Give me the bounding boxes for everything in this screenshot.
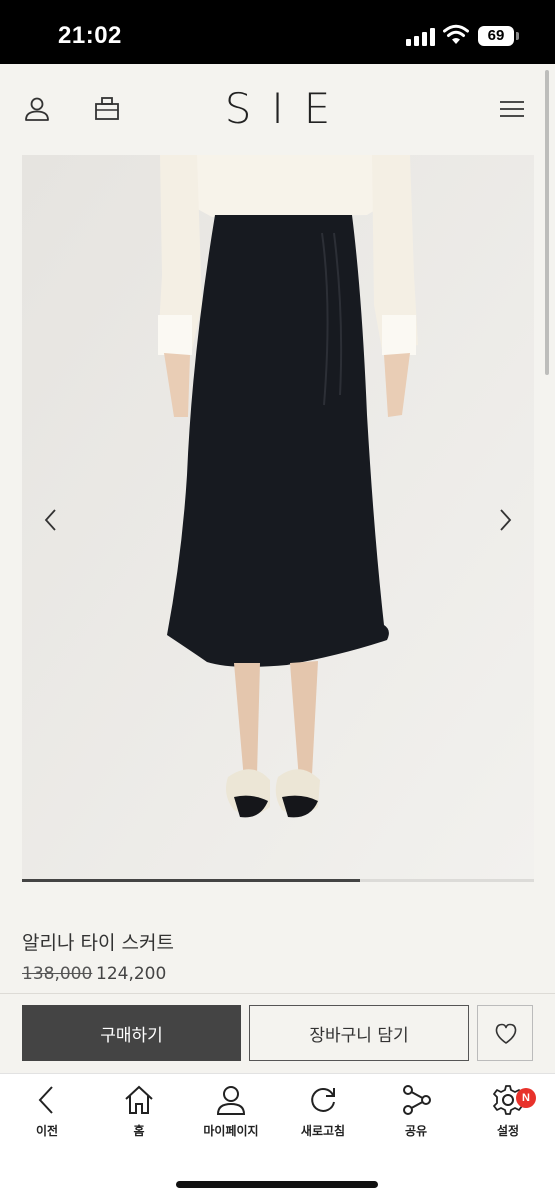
product-image[interactable] xyxy=(22,155,534,880)
nav-back[interactable]: 이전 xyxy=(7,1084,87,1139)
nav-settings[interactable]: N 설정 xyxy=(468,1084,548,1139)
refresh-icon xyxy=(311,1088,335,1112)
nav-settings-label: 설정 xyxy=(496,1124,520,1138)
heart-icon xyxy=(495,1023,517,1044)
status-bar: 21:02 69 xyxy=(0,0,555,64)
battery-indicator: 69 xyxy=(478,26,514,46)
status-time: 21:02 xyxy=(58,22,122,49)
nav-share[interactable]: 공유 xyxy=(376,1084,456,1139)
wishlist-button[interactable] xyxy=(477,1005,533,1061)
add-to-cart-button[interactable]: 장바구니 담기 xyxy=(249,1005,469,1061)
home-indicator xyxy=(176,1181,378,1188)
cellular-signal-icon xyxy=(406,28,436,46)
hamburger-menu-icon[interactable] xyxy=(498,95,526,123)
nav-back-label: 이전 xyxy=(35,1124,59,1138)
nav-mypage[interactable]: 마이페이지 xyxy=(191,1084,271,1139)
home-icon xyxy=(125,1085,153,1114)
bottom-navigation: 이전 홈 마이페이지 새로고침 공유 N 설정 xyxy=(0,1073,555,1200)
share-icon xyxy=(403,1085,431,1115)
battery-cap xyxy=(516,32,519,40)
sale-price: 124,200 xyxy=(96,964,167,984)
nav-refresh-label: 새로고침 xyxy=(300,1124,346,1138)
buy-now-button[interactable]: 구매하기 xyxy=(22,1005,241,1061)
purchase-action-bar: 구매하기 장바구니 담기 xyxy=(0,993,555,1073)
chevron-right-icon[interactable] xyxy=(490,505,520,535)
app-screen: 21:02 69 SIE 알리나 타이 스커트 138,000 124,200 … xyxy=(0,0,555,1200)
scrollbar[interactable] xyxy=(545,70,549,375)
wifi-icon xyxy=(443,24,469,44)
notification-badge: N xyxy=(516,1088,536,1108)
back-arrow-icon xyxy=(38,1086,53,1114)
chevron-left-icon[interactable] xyxy=(36,505,66,535)
person-icon xyxy=(216,1086,246,1115)
product-photo-illustration xyxy=(22,155,534,880)
nav-home-label: 홈 xyxy=(133,1124,145,1138)
nav-share-label: 공유 xyxy=(404,1124,428,1138)
gallery-progress-bar xyxy=(22,879,534,882)
brand-logo[interactable]: SIE xyxy=(0,84,555,133)
nav-refresh[interactable]: 새로고침 xyxy=(283,1084,363,1139)
nav-home[interactable]: 홈 xyxy=(99,1084,179,1139)
product-name: 알리나 타이 스커트 xyxy=(22,932,174,954)
original-price: 138,000 xyxy=(22,964,93,984)
gallery-progress-fill xyxy=(22,879,360,882)
site-header: SIE xyxy=(0,64,555,154)
nav-mypage-label: 마이페이지 xyxy=(203,1124,259,1138)
